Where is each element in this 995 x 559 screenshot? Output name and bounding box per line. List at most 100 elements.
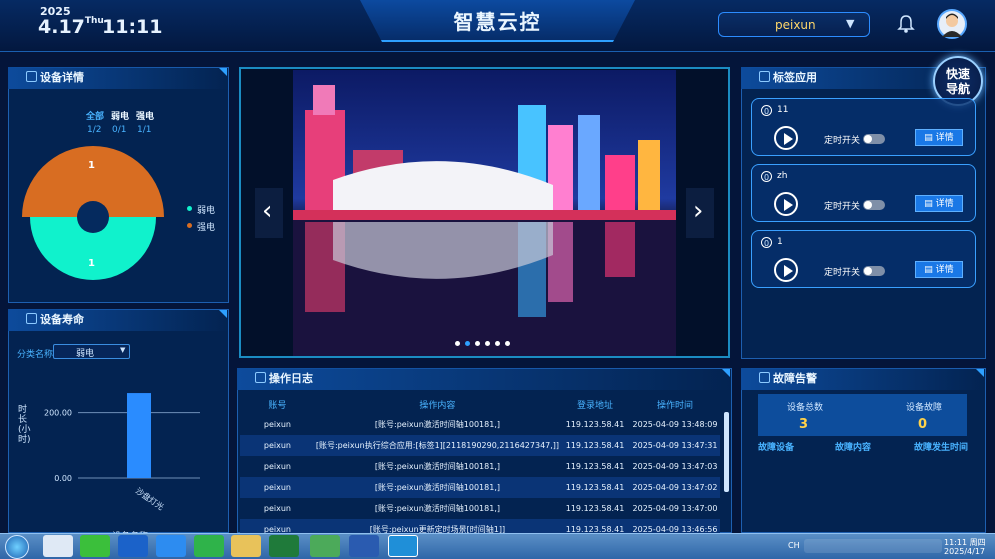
chevron-down-icon[interactable]: ▼	[120, 346, 125, 354]
log-address: 119.123.58.41	[565, 504, 625, 513]
device-faults-label: 设备故障	[906, 403, 943, 413]
alarm-icon	[759, 372, 770, 383]
tag-index-badge: 0	[761, 105, 772, 116]
system-tray-icons[interactable]	[804, 539, 942, 553]
k-app-icon[interactable]	[118, 535, 148, 557]
tab-weak-value: 0/1	[112, 125, 127, 135]
fault-col-device: 故障设备	[758, 443, 795, 453]
total-devices-label: 设备总数	[787, 403, 824, 413]
carousel-dot[interactable]	[505, 341, 510, 346]
browser-app-icon[interactable]	[80, 535, 110, 557]
device-icon	[26, 71, 37, 82]
carousel-dot[interactable]	[485, 341, 490, 346]
category-label: 分类名称	[17, 350, 54, 360]
col-address: 登录地址	[577, 400, 614, 411]
cube-icon	[759, 71, 770, 82]
table-row[interactable]: peixun [账号:peixun激活时间轴100181,] 119.123.58.…	[240, 477, 720, 498]
log-time: 2025-04-09 13:47:00	[632, 504, 718, 513]
table-row[interactable]: peixun [账号:peixun激活时间轴100181,] 119.123.58.…	[240, 414, 720, 435]
avatar[interactable]	[937, 9, 967, 39]
fault-col-time: 故障发生时间	[914, 443, 969, 453]
log-scrollbar[interactable]	[724, 412, 729, 492]
chevron-down-icon[interactable]: ▼	[846, 17, 854, 30]
bell-icon[interactable]	[897, 14, 915, 34]
play-icon[interactable]	[774, 258, 798, 282]
timer-toggle[interactable]	[863, 134, 885, 144]
detail-button[interactable]: ▤ 详情	[915, 129, 963, 146]
cube-icon	[26, 313, 37, 324]
carousel-dot[interactable]	[465, 341, 470, 346]
city-night-photo	[293, 70, 676, 356]
table-row[interactable]: peixun [账号:peixun执行综合应用:[标签1][2118190290,…	[240, 435, 720, 456]
log-content: [账号:peixun激活时间轴100181,]	[374, 504, 500, 513]
log-time: 2025-04-09 13:47:31	[632, 441, 718, 450]
log-account: peixun	[263, 441, 291, 450]
category-select-value: 弱电	[76, 349, 95, 359]
log-address: 119.123.58.41	[565, 441, 625, 450]
log-body: peixun [账号:peixun激活时间轴100181,] 119.123.58.…	[240, 414, 720, 540]
legend-swatch-weak	[187, 206, 192, 211]
device-life-title: 设备寿命	[8, 309, 229, 331]
input-method-indicator[interactable]: CH	[788, 541, 800, 550]
page-title: 智慧云控	[453, 10, 542, 34]
log-content: [账号:peixun激活时间轴100181,]	[374, 420, 500, 429]
tab-all-value: 1/2	[87, 125, 102, 135]
wechat-app-icon[interactable]	[194, 535, 224, 557]
tab-weak[interactable]: 弱电	[111, 109, 129, 122]
panel-corner-decoration	[976, 369, 984, 377]
carousel-dot[interactable]	[475, 341, 480, 346]
log-account: peixun	[263, 420, 291, 429]
play-icon[interactable]	[774, 126, 798, 150]
detail-icon: ▤	[924, 133, 936, 143]
col-account: 账号	[268, 400, 287, 411]
log-time: 2025-04-09 13:47:03	[632, 462, 718, 471]
folder-app-icon[interactable]	[231, 535, 261, 557]
table-row[interactable]: peixun [账号:peixun激活时间轴100181,] 119.123.58.…	[240, 456, 720, 477]
log-header-row: 账号 操作内容 登录地址 操作时间	[240, 394, 720, 414]
detail-icon: ▤	[924, 199, 936, 209]
tag-name: zh	[777, 171, 788, 181]
timer-switch-label: 定时开关	[824, 202, 861, 212]
remote-desktop-app-icon[interactable]	[310, 535, 340, 557]
tag-name: 1	[777, 237, 783, 247]
log-content: [账号:peixun激活时间轴100181,]	[374, 483, 500, 492]
device-life-bar-chart: 200.00 0.00 沙盘灯光	[44, 393, 200, 512]
active-app-icon[interactable]	[388, 535, 418, 557]
device-faults-value: 0	[918, 417, 928, 432]
carousel-dot[interactable]	[455, 341, 460, 346]
timer-toggle[interactable]	[863, 266, 885, 276]
log-account: peixun	[263, 504, 291, 513]
panel-corner-decoration	[722, 369, 730, 377]
log-content: [账号:peixun执行综合应用:[标签1][2118190290,211642…	[315, 441, 560, 450]
life-ylabel: 时长(小时)	[18, 405, 31, 445]
play-icon[interactable]	[774, 192, 798, 216]
carousel-dot[interactable]	[495, 341, 500, 346]
legend-label-strong: 强电	[197, 223, 216, 233]
bar-0	[127, 393, 151, 478]
log-account: peixun	[263, 462, 291, 471]
chevron-right-icon: ›	[693, 196, 704, 226]
tag-name: 11	[777, 105, 789, 115]
chevron-left-icon: ‹	[262, 196, 273, 226]
panel-corner-decoration	[219, 68, 227, 76]
table-row[interactable]: peixun [账号:peixun激活时间轴100181,] 119.123.58.…	[240, 498, 720, 519]
excel-app-icon[interactable]	[269, 535, 299, 557]
detail-button[interactable]: ▤ 详情	[915, 195, 963, 212]
x-tick-label: 沙盘灯光	[134, 485, 166, 512]
feishu-app-icon[interactable]	[156, 535, 186, 557]
legend-swatch-strong	[187, 223, 192, 228]
timer-switch-label: 定时开关	[824, 136, 861, 146]
word-app-icon[interactable]	[349, 535, 379, 557]
y-tick-label: 200.00	[44, 409, 72, 418]
log-account: peixun	[263, 483, 291, 492]
tab-strong[interactable]: 强电	[136, 109, 154, 122]
start-button[interactable]	[5, 535, 29, 559]
pie-label-bottom: 1	[88, 258, 95, 269]
log-time: 2025-04-09 13:48:09	[632, 420, 718, 429]
tab-all[interactable]: 全部	[86, 109, 104, 122]
timer-toggle[interactable]	[863, 200, 885, 210]
taskbar-clock-date[interactable]: 2025/4/17	[944, 547, 985, 556]
detail-button[interactable]: ▤ 详情	[915, 261, 963, 278]
log-address: 119.123.58.41	[565, 420, 625, 429]
penguin-app-icon[interactable]	[43, 535, 73, 557]
